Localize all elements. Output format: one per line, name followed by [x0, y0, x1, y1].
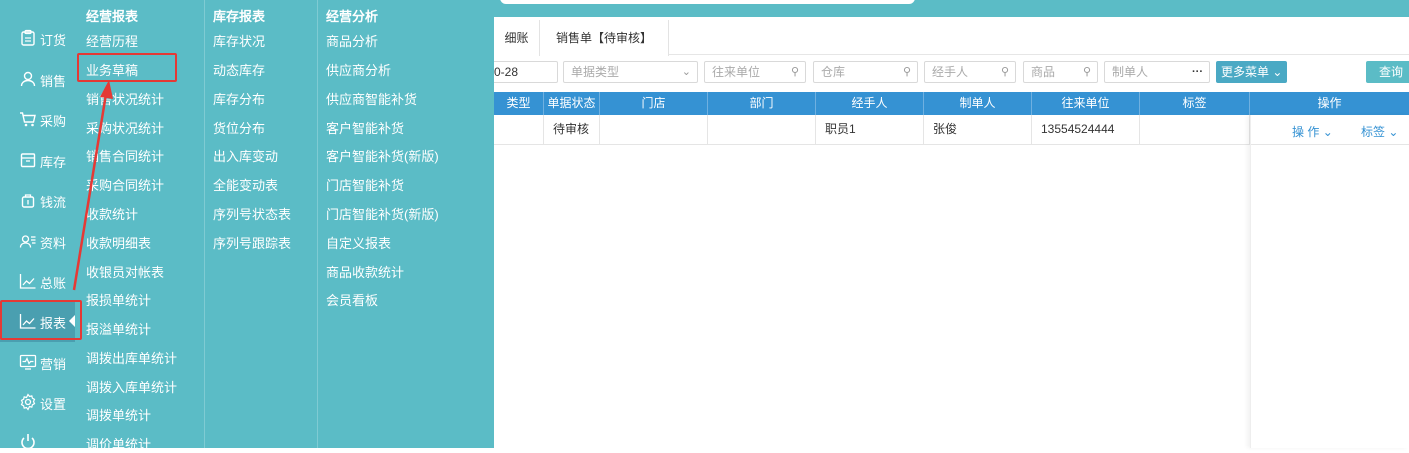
annotation-arrow: [72, 80, 113, 291]
